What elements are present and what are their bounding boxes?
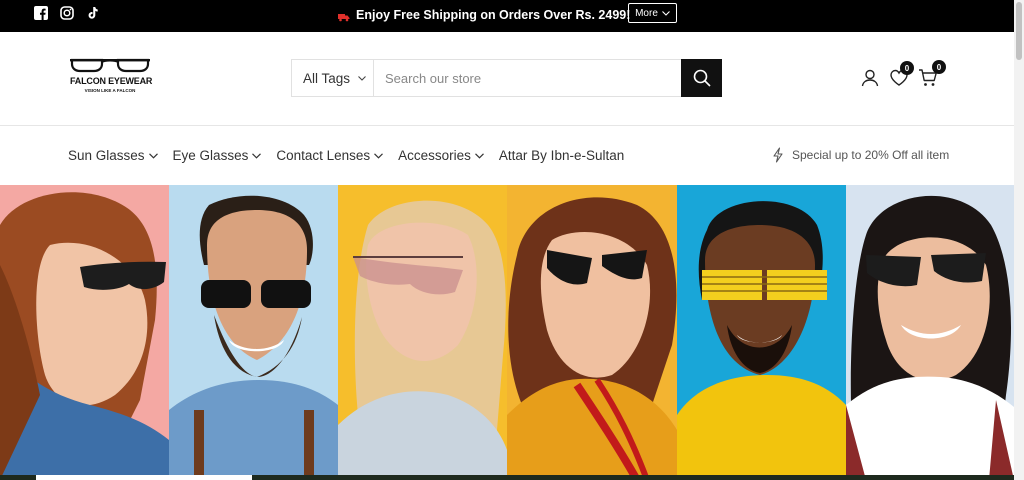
truck-icon bbox=[338, 11, 350, 21]
nav-menu: Sun Glasses Eye Glasses Contact Lenses A… bbox=[68, 148, 624, 163]
search-icon bbox=[693, 69, 711, 87]
chevron-down-icon bbox=[252, 152, 262, 159]
glasses-logo-icon bbox=[70, 58, 150, 73]
facebook-icon[interactable] bbox=[34, 6, 48, 20]
chevron-down-icon bbox=[474, 152, 484, 159]
hero-model-photo bbox=[507, 185, 677, 480]
hero-banner[interactable] bbox=[0, 185, 1014, 480]
category-select-label: All Tags bbox=[303, 70, 351, 86]
promo-message: Special up to 20% Off all item bbox=[772, 147, 949, 163]
nav-item-label: Contact Lenses bbox=[276, 148, 371, 163]
more-button[interactable]: More bbox=[628, 3, 677, 23]
search-button[interactable] bbox=[681, 59, 722, 97]
site-header: FALCON EYEWEAR VISION LIKE A FALCON All … bbox=[0, 32, 1014, 126]
nav-item-sun-glasses[interactable]: Sun Glasses bbox=[68, 148, 158, 163]
nav-item-contact-lenses[interactable]: Contact Lenses bbox=[276, 148, 384, 163]
search-bar: All Tags bbox=[291, 59, 722, 97]
nav-item-label: Attar By Ibn-e-Sultan bbox=[498, 148, 625, 163]
slider-indicator[interactable] bbox=[36, 475, 252, 480]
cart-button[interactable]: 0 bbox=[918, 60, 946, 88]
more-label: More bbox=[635, 7, 658, 19]
chevron-down-icon bbox=[148, 152, 158, 159]
tiktok-icon[interactable] bbox=[86, 6, 100, 20]
chevron-down-icon bbox=[662, 10, 670, 16]
nav-item-label: Sun Glasses bbox=[68, 148, 145, 163]
nav-item-attar[interactable]: Attar By Ibn-e-Sultan bbox=[499, 148, 624, 163]
search-input[interactable] bbox=[374, 60, 681, 96]
wishlist-button[interactable]: 0 bbox=[889, 61, 914, 88]
shipping-announcement: Enjoy Free Shipping on Orders Over Rs. 2… bbox=[338, 8, 630, 22]
hero-slider-progress bbox=[0, 475, 1014, 480]
announcement-bar: Enjoy Free Shipping on Orders Over Rs. 2… bbox=[0, 0, 1014, 32]
wishlist-count-badge: 0 bbox=[900, 61, 914, 75]
announcement-text: Enjoy Free Shipping on Orders Over Rs. 2… bbox=[356, 8, 631, 22]
promo-text: Special up to 20% Off all item bbox=[792, 148, 950, 162]
chevron-down-icon bbox=[358, 75, 366, 81]
social-links bbox=[34, 6, 100, 20]
instagram-icon[interactable] bbox=[60, 6, 74, 20]
nav-item-eye-glasses[interactable]: Eye Glasses bbox=[173, 148, 262, 163]
nav-item-accessories[interactable]: Accessories bbox=[398, 148, 484, 163]
main-navigation: Sun Glasses Eye Glasses Contact Lenses A… bbox=[0, 127, 1014, 185]
nav-item-label: Eye Glasses bbox=[172, 148, 249, 163]
category-select[interactable]: All Tags bbox=[292, 60, 374, 96]
chevron-down-icon bbox=[374, 152, 384, 159]
cart-count-badge: 0 bbox=[932, 60, 946, 74]
logo-brand: FALCON EYEWEAR bbox=[70, 76, 153, 86]
hero-model-photo bbox=[846, 185, 1014, 480]
account-button[interactable] bbox=[860, 68, 880, 88]
site-logo[interactable]: FALCON EYEWEAR VISION LIKE A FALCON bbox=[70, 58, 152, 98]
logo-tagline: VISION LIKE A FALCON bbox=[84, 88, 136, 93]
user-icon bbox=[861, 69, 879, 87]
hero-model-photo bbox=[677, 185, 846, 480]
page-scrollbar[interactable] bbox=[1014, 0, 1024, 480]
hero-model-photo bbox=[338, 185, 507, 480]
hero-model-photo bbox=[169, 185, 338, 480]
hero-model-photo bbox=[0, 185, 169, 480]
scrollbar-thumb[interactable] bbox=[1016, 2, 1022, 60]
lightning-icon bbox=[773, 147, 783, 163]
nav-item-label: Accessories bbox=[398, 148, 471, 163]
